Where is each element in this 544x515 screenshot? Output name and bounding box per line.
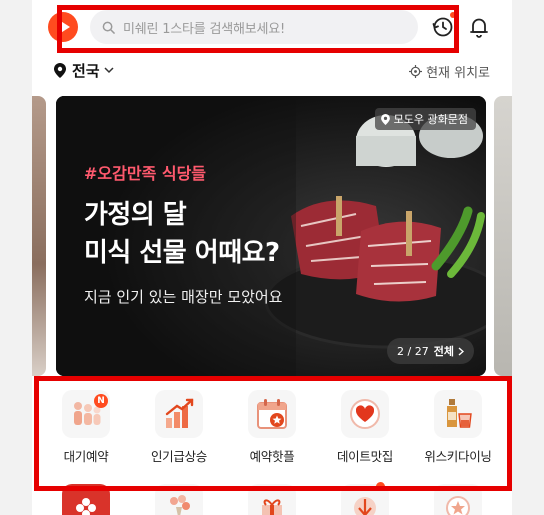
chevron-right-icon (458, 346, 464, 356)
banner-pager-button[interactable]: 2 / 27 전체 (387, 338, 474, 364)
map-pin-icon (380, 113, 390, 125)
bell-icon[interactable] (466, 14, 492, 40)
gift-icon (248, 484, 296, 515)
category-date-restaurants[interactable]: 데이트맛집 (319, 390, 411, 465)
new-badge: N (94, 394, 108, 408)
app-logo-icon[interactable] (48, 12, 78, 42)
category-hot-reservations[interactable]: 예약핫플 (226, 390, 318, 465)
trending-up-icon (155, 390, 203, 438)
banner-title-line-1: 가정의 달 (84, 200, 187, 230)
category-whisky-dining[interactable]: 위스키다이닝 (412, 390, 504, 465)
category-more-1[interactable] (40, 484, 132, 515)
banner-page-indicator: 2 / 27 (397, 344, 429, 358)
category-more-2[interactable] (133, 484, 225, 515)
banner-tag: #오감만족 식당들 (84, 164, 207, 183)
category-more-5[interactable] (412, 484, 504, 515)
flower-icon (62, 484, 110, 515)
search-placeholder: 미쉐린 1스타를 검색해보세요! (123, 21, 286, 37)
search-icon (102, 21, 115, 34)
waitlist-icon: N (62, 390, 110, 438)
crosshair-icon (409, 65, 423, 78)
calendar-star-icon (248, 390, 296, 438)
category-label: 데이트맛집 (336, 449, 393, 464)
location-pin-category-icon (341, 482, 389, 515)
search-input[interactable]: 미쉐린 1스타를 검색해보세요! (90, 10, 418, 44)
banner-subtitle: 지금 인기 있는 매장만 모았어요 (84, 288, 283, 306)
category-label: 위스키다이닝 (424, 449, 492, 464)
whisky-icon (434, 390, 482, 438)
bouquet-icon (155, 484, 203, 515)
heart-icon (341, 390, 389, 438)
next-banner-peek[interactable] (494, 96, 512, 376)
previous-banner-peek[interactable] (32, 96, 46, 376)
promo-banner[interactable]: 모도우 광화문점 #오감만족 식당들 가정의 달 미식 선물 어때요? 지금 인… (56, 96, 486, 376)
place-chip: 모도우 광화문점 (374, 108, 476, 130)
chevron-down-icon (104, 67, 114, 74)
category-more-4[interactable] (319, 482, 411, 515)
place-name: 모도우 광화문점 (393, 113, 468, 126)
category-shortcuts-row-2 (40, 482, 504, 515)
app-screen: 미쉐린 1스타를 검색해보세요! 전국 현재 위치로 모도우 광화문점 #오감만… (32, 0, 512, 515)
category-label: 인기급상승 (150, 449, 207, 464)
banner-title-line-2: 미식 선물 어때요? (84, 238, 280, 268)
category-label: 대기예약 (63, 449, 109, 464)
banner-title: 가정의 달 미식 선물 어때요? (84, 196, 280, 272)
category-dot-badge (376, 482, 385, 491)
history-dot-badge (450, 12, 456, 18)
category-shortcuts: N 대기예약 인기급상승 예약핫플 데이트맛집 위스키다이닝 (40, 390, 504, 465)
current-location-label: 현재 위치로 (426, 66, 490, 81)
map-pin-icon (54, 63, 66, 78)
category-trending[interactable]: 인기급상승 (133, 390, 225, 465)
star-badge-icon (434, 484, 482, 515)
region-label: 전국 (72, 62, 100, 80)
category-waitlist[interactable]: N 대기예약 (40, 390, 132, 465)
region-selector[interactable]: 전국 (54, 60, 114, 81)
category-label: 예약핫플 (249, 449, 295, 464)
current-location-button[interactable]: 현재 위치로 (409, 62, 490, 81)
view-all-label: 전체 (433, 345, 454, 358)
category-more-3[interactable] (226, 484, 318, 515)
